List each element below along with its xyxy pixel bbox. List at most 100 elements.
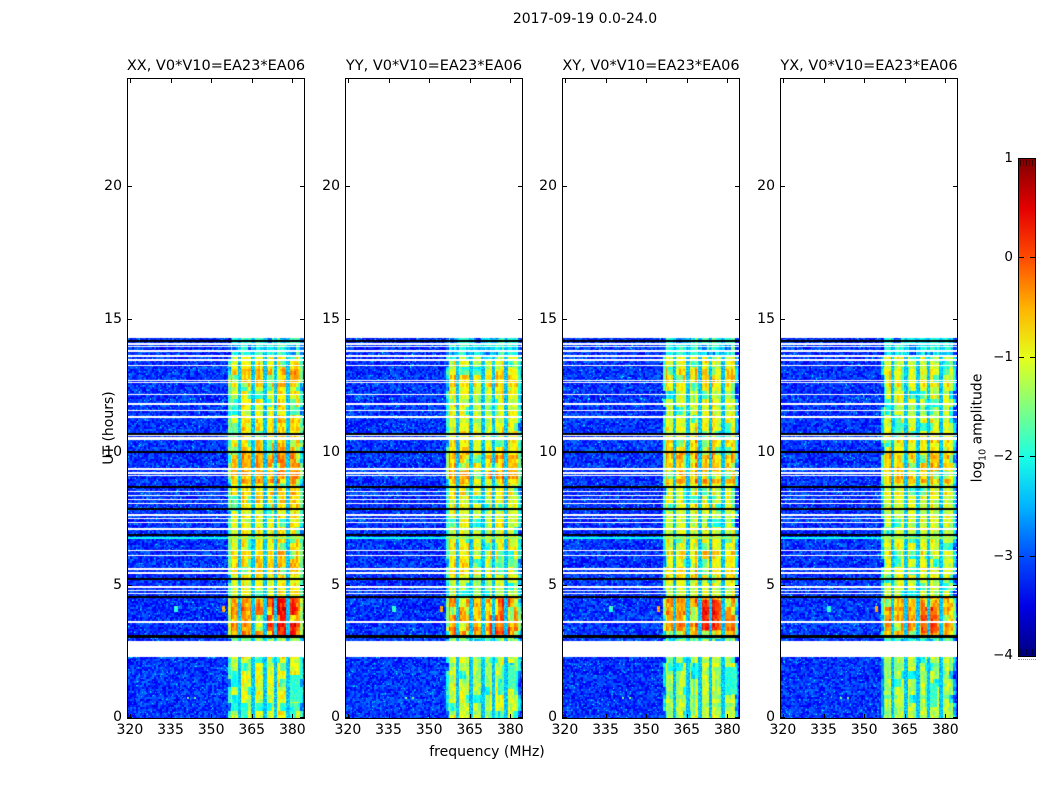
colorbar-end-hatch-bottom (1020, 649, 1034, 655)
y-tick-label: 10 (322, 444, 340, 460)
colorbar-tick (1030, 556, 1035, 557)
x-tick-label: 365 (456, 722, 483, 738)
colorbar-label: log10 amplitude (970, 374, 989, 483)
x-tick-label: 380 (932, 722, 959, 738)
y-axis-tick (346, 452, 350, 453)
y-axis-tick (563, 186, 567, 187)
x-axis-tick (646, 79, 647, 83)
x-axis-tick (945, 79, 946, 83)
x-tick-label: 365 (673, 722, 700, 738)
y-axis-tick (346, 319, 350, 320)
y-axis-tick (128, 717, 132, 718)
spectrogram-panel-yy: YY, V0*V10=EA23*EA06 3203353503653800510… (345, 78, 523, 719)
colorbar-tick-label: −2 (993, 448, 1013, 464)
spectrogram-canvas-3 (781, 79, 957, 718)
y-axis-tick (518, 186, 522, 187)
y-axis-tick (300, 585, 304, 586)
y-tick-label: 20 (104, 178, 122, 194)
x-axis-label: frequency (MHz) (429, 744, 545, 760)
y-tick-label: 10 (539, 444, 557, 460)
spectrogram-panel-xx: XX, V0*V10=EA23*EA06 3203353503653800510… (127, 78, 305, 719)
colorbar-tick (1019, 257, 1024, 258)
x-axis-tick (292, 714, 293, 718)
y-axis-tick (518, 717, 522, 718)
x-tick-label: 350 (851, 722, 878, 738)
y-axis-tick (781, 186, 785, 187)
colorbar-tick (1019, 456, 1024, 457)
y-axis-tick (346, 186, 350, 187)
y-axis-tick (781, 717, 785, 718)
y-axis-tick (563, 717, 567, 718)
x-axis-tick (470, 714, 471, 718)
colorbar-tick-label: −4 (993, 647, 1013, 663)
panel-title-yx: YX, V0*V10=EA23*EA06 (765, 58, 973, 74)
spectrogram-canvas-0 (128, 79, 304, 718)
y-axis-tick (781, 585, 785, 586)
colorbar (1018, 158, 1036, 657)
y-axis-tick (781, 452, 785, 453)
x-axis-tick (864, 79, 865, 83)
x-axis-tick (783, 79, 784, 83)
y-tick-label: 15 (322, 311, 340, 327)
spectrogram-panel-yx: YX, V0*V10=EA23*EA06 3203353503653800510… (780, 78, 958, 719)
y-axis-tick (953, 319, 957, 320)
x-axis-tick (389, 79, 390, 83)
colorbar-tick (1030, 456, 1035, 457)
colorbar-tick (1019, 357, 1024, 358)
x-axis-tick (824, 79, 825, 83)
x-axis-tick (171, 714, 172, 718)
x-axis-tick (510, 79, 511, 83)
y-axis-tick (563, 452, 567, 453)
x-axis-tick (130, 79, 131, 83)
x-axis-tick (429, 714, 430, 718)
figure-title: 2017-09-19 0.0-24.0 (513, 11, 657, 27)
x-axis-tick (824, 714, 825, 718)
x-tick-label: 335 (157, 722, 184, 738)
y-axis-tick (735, 186, 739, 187)
y-tick-label: 20 (322, 178, 340, 194)
y-axis-tick (518, 319, 522, 320)
x-tick-label: 335 (810, 722, 837, 738)
x-axis-tick (348, 79, 349, 83)
y-tick-label: 20 (757, 178, 775, 194)
x-tick-label: 380 (497, 722, 524, 738)
y-axis-tick (300, 452, 304, 453)
spectrogram-panel-xy: XY, V0*V10=EA23*EA06 3203353503653800510… (562, 78, 740, 719)
y-axis-tick (781, 319, 785, 320)
y-axis-tick (735, 452, 739, 453)
panel-title-xx: XX, V0*V10=EA23*EA06 (112, 58, 320, 74)
colorbar-tick (1030, 357, 1035, 358)
x-axis-tick (687, 714, 688, 718)
x-axis-tick (606, 79, 607, 83)
y-axis-tick (953, 452, 957, 453)
colorbar-underline-dots (1018, 659, 1036, 660)
x-tick-label: 365 (238, 722, 265, 738)
x-tick-label: 335 (375, 722, 402, 738)
x-axis-tick (905, 79, 906, 83)
y-axis-tick (300, 186, 304, 187)
y-axis-tick (346, 717, 350, 718)
y-axis-tick (735, 319, 739, 320)
y-axis-tick (953, 585, 957, 586)
x-axis-tick (211, 79, 212, 83)
colorbar-tick (1030, 257, 1035, 258)
y-axis-tick (953, 186, 957, 187)
y-tick-label: 5 (331, 577, 340, 593)
x-axis-tick (864, 714, 865, 718)
x-tick-label: 350 (198, 722, 225, 738)
x-axis-tick (171, 79, 172, 83)
x-axis-tick (727, 79, 728, 83)
y-tick-label: 5 (548, 577, 557, 593)
x-axis-tick (945, 714, 946, 718)
x-axis-tick (565, 79, 566, 83)
y-tick-label: 15 (539, 311, 557, 327)
y-tick-label: 15 (757, 311, 775, 327)
x-axis-tick (292, 79, 293, 83)
y-tick-label: 5 (766, 577, 775, 593)
y-axis-tick (300, 319, 304, 320)
y-axis-tick (300, 717, 304, 718)
colorbar-tick-label: 1 (1004, 150, 1013, 166)
y-tick-label: 0 (331, 709, 340, 725)
x-axis-tick (687, 79, 688, 83)
y-tick-label: 20 (539, 178, 557, 194)
